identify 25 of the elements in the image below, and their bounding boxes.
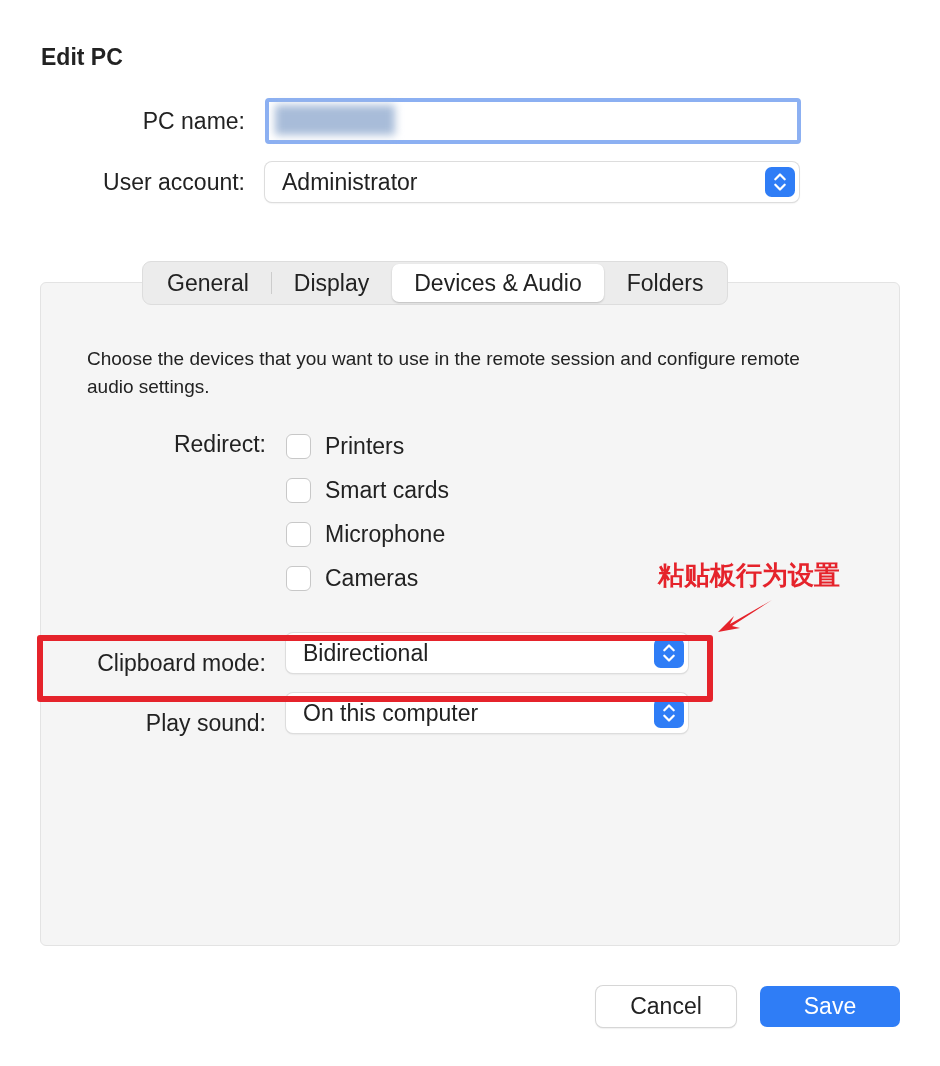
description-text: Choose the devices that you want to use in the remote session and configure remote audio settings.: [87, 347, 801, 399]
checkbox[interactable]: [286, 433, 311, 459]
pc-name-field[interactable]: [265, 98, 801, 144]
tab[interactable]: General: [145, 264, 271, 302]
chevron-updown-icon: [765, 167, 795, 197]
user-account-dropdown[interactable]: Administrator: [265, 162, 799, 202]
dialog-title: Edit PC: [41, 43, 124, 72]
tab[interactable]: Devices & Audio: [392, 264, 604, 302]
tab[interactable]: Display: [271, 264, 392, 302]
checkbox[interactable]: [286, 477, 311, 503]
tab[interactable]: Folders: [604, 264, 726, 302]
checkbox-option[interactable]: Cameras: [286, 561, 419, 595]
field-label: Redirect:: [173, 430, 266, 459]
checkbox-option[interactable]: Printers: [286, 429, 405, 463]
field-label: Play sound:: [145, 709, 266, 737]
field-label: PC name:: [142, 107, 245, 135]
annotation-text: 粘贴板行为设置: [658, 559, 840, 592]
checkbox[interactable]: [286, 565, 311, 591]
cancel-button[interactable]: Cancel: [596, 986, 736, 1027]
checkbox-option[interactable]: Microphone: [286, 517, 446, 551]
checkbox[interactable]: [286, 521, 311, 547]
checkbox-option[interactable]: Smart cards: [286, 473, 449, 507]
save-button[interactable]: Save: [760, 986, 900, 1027]
field-label: User account:: [103, 168, 245, 196]
field-label: Clipboard mode:: [97, 649, 266, 677]
